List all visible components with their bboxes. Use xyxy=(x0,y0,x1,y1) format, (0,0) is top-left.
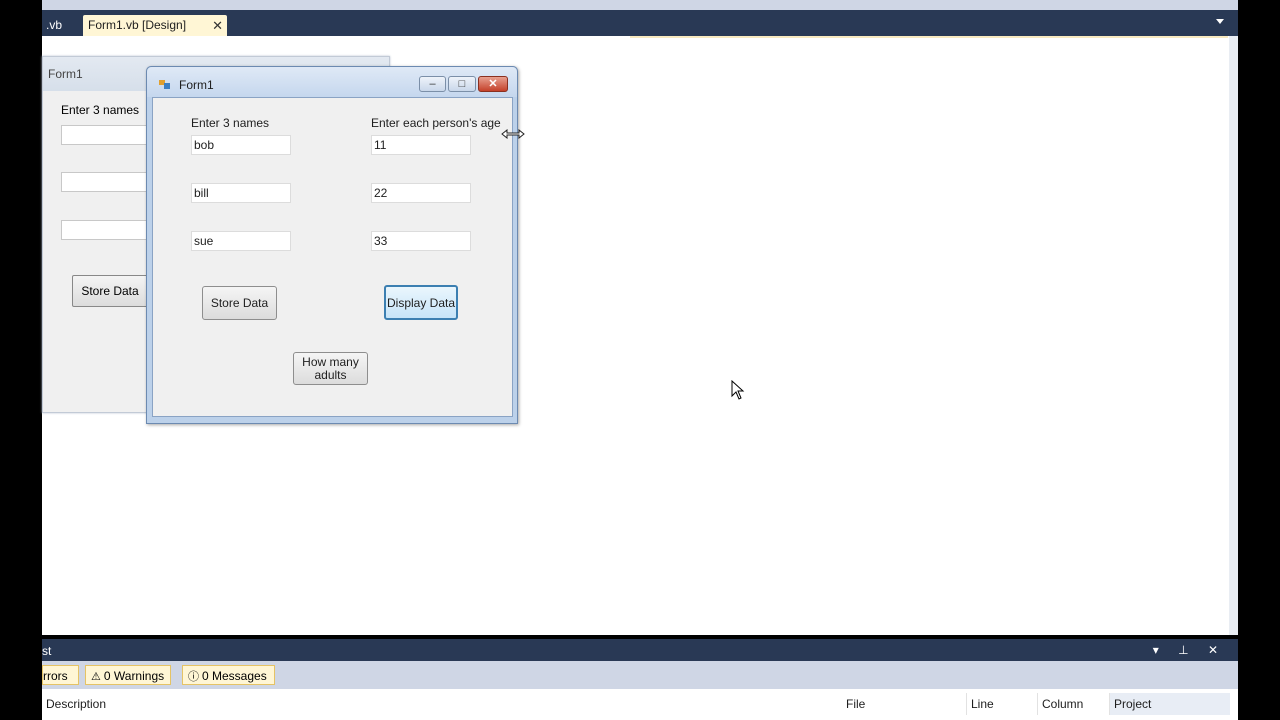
error-list-column-header: Description File Line Column Project xyxy=(42,689,1238,720)
error-list-titlebar: st ▾ ⊥ ✕ xyxy=(42,639,1238,661)
messages-filter-button[interactable]: ⓘ 0 Messages xyxy=(182,665,275,685)
document-tab-strip: .vb Form1.vb [Design] ✕ xyxy=(42,10,1238,36)
vertical-scrollbar[interactable] xyxy=(1229,36,1238,635)
maximize-icon: □ xyxy=(458,78,466,90)
close-button[interactable]: ✕ xyxy=(478,76,508,92)
errors-label: rrors xyxy=(43,669,68,683)
name-input-3[interactable] xyxy=(191,231,291,251)
age-input-3[interactable] xyxy=(371,231,471,251)
column-header-project[interactable]: Project xyxy=(1109,693,1230,715)
surface-divider xyxy=(630,36,1228,38)
form1-window[interactable]: Form1 – □ ✕ Enter 3 names Enter each per… xyxy=(146,66,518,424)
ages-label: Enter each person's age xyxy=(371,116,501,130)
name-input-2[interactable] xyxy=(191,183,291,203)
errors-filter-button[interactable]: rrors xyxy=(42,665,79,685)
design-textbox[interactable] xyxy=(61,220,153,240)
store-data-button[interactable]: Store Data xyxy=(202,286,277,320)
form-icon xyxy=(159,80,170,89)
column-header-column[interactable]: Column xyxy=(1037,693,1108,715)
panel-controls-icon[interactable]: ▾ ⊥ ✕ xyxy=(1153,643,1226,657)
column-header-file[interactable]: File xyxy=(842,693,865,715)
messages-label: 0 Messages xyxy=(202,669,267,683)
column-header-description[interactable]: Description xyxy=(42,693,106,715)
warning-icon: ⚠ xyxy=(91,671,101,683)
info-icon: ⓘ xyxy=(188,671,199,683)
form1-title: Form1 xyxy=(179,78,214,92)
age-input-2[interactable] xyxy=(371,183,471,203)
form1-titlebar[interactable]: Form1 – □ ✕ xyxy=(147,67,517,97)
tab-form1-design[interactable]: Form1.vb [Design] ✕ xyxy=(83,15,227,36)
chevron-down-icon[interactable] xyxy=(1216,19,1224,24)
mouse-pointer-icon xyxy=(731,380,745,400)
warnings-label: 0 Warnings xyxy=(103,669,165,683)
design-store-data-button[interactable]: Store Data xyxy=(72,275,148,307)
column-header-line[interactable]: Line xyxy=(966,693,1033,715)
button-line: How many xyxy=(302,354,359,369)
button-line: adults xyxy=(314,367,347,382)
close-icon[interactable]: ✕ xyxy=(212,15,223,36)
toolbar-strip xyxy=(42,0,1238,10)
error-list-title: st xyxy=(42,644,52,658)
design-textbox[interactable] xyxy=(61,172,153,192)
warnings-filter-button[interactable]: ⚠ 0 Warnings xyxy=(85,665,171,685)
resize-cursor-icon xyxy=(501,129,525,139)
close-icon: ✕ xyxy=(488,78,498,90)
design-form-title: Form1 xyxy=(48,67,83,81)
display-data-button[interactable]: Display Data xyxy=(384,285,458,320)
names-label: Enter 3 names xyxy=(191,116,270,130)
name-input-1[interactable] xyxy=(191,135,291,155)
how-many-adults-button[interactable]: How many adults xyxy=(293,352,368,385)
minimize-button[interactable]: – xyxy=(419,76,446,92)
minimize-icon: – xyxy=(429,78,436,90)
design-form-names-label: Enter 3 names xyxy=(61,103,140,117)
error-list-toolbar: rrors ⚠ 0 Warnings ⓘ 0 Messages xyxy=(42,661,1238,689)
design-textbox[interactable] xyxy=(61,125,153,145)
age-input-1[interactable] xyxy=(371,135,471,155)
maximize-button[interactable]: □ xyxy=(448,76,476,92)
tab-form1-vb[interactable]: .vb xyxy=(42,15,66,36)
form1-client-area: Enter 3 names Enter each person's age St… xyxy=(152,97,513,417)
tab-label: Form1.vb [Design] xyxy=(88,18,187,32)
